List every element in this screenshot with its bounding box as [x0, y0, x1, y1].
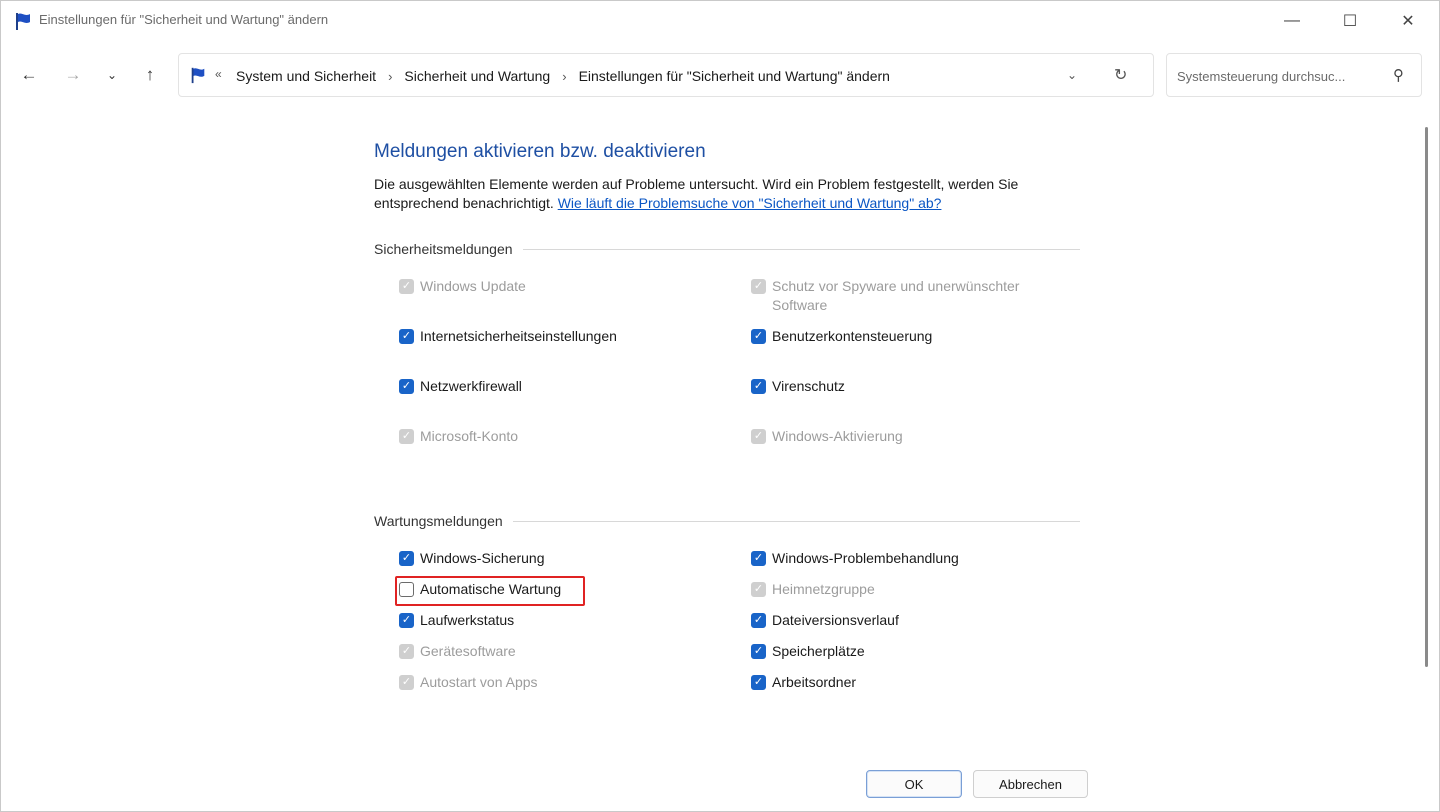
checkbox-item[interactable]: ✓ Benutzerkontensteuerung [751, 327, 932, 346]
checkbox-label: Heimnetzgruppe [772, 581, 875, 597]
divider [512, 520, 1080, 522]
checkmark-icon[interactable]: ✓ [399, 613, 414, 628]
checkmark-icon[interactable]: ✓ [399, 551, 414, 566]
back-button[interactable]: ← [14, 61, 44, 89]
breadcrumb: System und Sicherheit › Sicherheit und W… [236, 68, 890, 84]
security-section-header: Sicherheitsmeldungen [374, 239, 1080, 259]
checkmark-icon: ✓ [399, 675, 414, 690]
checkbox-label: Windows-Problembehandlung [772, 550, 959, 566]
scrollbar[interactable] [1421, 113, 1431, 709]
minimize-icon: — [1284, 12, 1300, 29]
search-box[interactable]: ⚲ [1166, 53, 1422, 97]
chevron-down-icon: ⌄ [106, 68, 118, 82]
refresh-icon[interactable]: ↻ [1114, 65, 1127, 85]
description: Die ausgewählten Elemente werden auf Pro… [374, 175, 1084, 213]
breadcrumb-item[interactable]: Sicherheit und Wartung [404, 68, 550, 84]
checkbox-label: Autostart von Apps [420, 674, 538, 690]
breadcrumb-item[interactable]: Einstellungen für "Sicherheit und Wartun… [579, 68, 890, 84]
maintenance-section-header: Wartungsmeldungen [374, 511, 1080, 531]
checkbox-label: Netzwerkfirewall [420, 378, 522, 394]
checkbox-label: Windows-Aktivierung [772, 428, 903, 444]
flag-icon [191, 67, 205, 84]
divider [522, 248, 1080, 250]
window: Einstellungen für "Sicherheit und Wartun… [0, 0, 1440, 812]
checkmark-icon[interactable]: ✓ [751, 644, 766, 659]
checkbox-item: ✓ Heimnetzgruppe [751, 580, 875, 599]
help-link[interactable]: Wie läuft die Problemsuche von "Sicherhe… [558, 195, 942, 211]
minimize-button[interactable]: — [1263, 1, 1321, 41]
checkmark-icon[interactable]: ✓ [399, 329, 414, 344]
checkmark-icon: ✓ [751, 279, 766, 294]
up-button[interactable]: ↑ [135, 61, 165, 89]
scroll-thumb[interactable] [1425, 127, 1428, 667]
title-bar: Einstellungen für "Sicherheit und Wartun… [1, 1, 1439, 41]
arrow-left-icon: ← [20, 65, 38, 84]
checkbox-item[interactable]: ✓ Arbeitsordner [751, 673, 856, 692]
close-button[interactable]: ✕ [1379, 1, 1437, 41]
checkbox-item[interactable]: ✓ Internetsicherheitseinstellungen [399, 327, 617, 346]
checkbox-label: Dateiversionsverlauf [772, 612, 899, 628]
checkmark-icon[interactable]: ✓ [751, 613, 766, 628]
checkmark-icon[interactable]: ✓ [399, 379, 414, 394]
window-title: Einstellungen für "Sicherheit und Wartun… [39, 12, 329, 27]
checkmark-icon: ✓ [399, 279, 414, 294]
checkbox-label: Schutz vor Spyware und unerwünschter Sof… [772, 278, 1020, 313]
checkbox-label: Microsoft-Konto [420, 428, 519, 444]
checkbox-item[interactable]: ✓ Netzwerkfirewall [399, 377, 522, 396]
checkbox-item[interactable]: ✓ Windows-Problembehandlung [751, 549, 959, 568]
section-title: Wartungsmeldungen [374, 513, 503, 529]
checkbox-item[interactable]: ✓ Virenschutz [751, 377, 845, 396]
checkmark-icon: ✓ [751, 582, 766, 597]
recent-locations-button[interactable]: ⌄ [97, 61, 127, 89]
checkmark-icon[interactable]: ✓ [751, 551, 766, 566]
checkmark-icon[interactable]: ✓ [751, 379, 766, 394]
breadcrumb-item[interactable]: System und Sicherheit [236, 68, 376, 84]
close-icon: ✕ [1401, 13, 1415, 30]
ok-button[interactable]: OK [866, 770, 962, 798]
main-content: Meldungen aktivieren bzw. deaktivieren D… [1, 109, 1440, 749]
checkbox-label: Virenschutz [772, 378, 845, 394]
checkbox-item[interactable]: ✓ Laufwerkstatus [399, 611, 514, 630]
arrow-up-icon: ↑ [145, 65, 155, 84]
checkbox-label: Windows Update [420, 278, 526, 294]
checkbox-item[interactable]: ✓ Speicherplätze [751, 642, 865, 661]
checkbox-label: Arbeitsordner [772, 674, 857, 690]
checkmark-icon: ✓ [399, 429, 414, 444]
breadcrumb-separator-icon[interactable]: › [388, 69, 392, 84]
cancel-button[interactable]: Abbrechen [973, 770, 1088, 798]
address-dropdown-icon[interactable]: ⌄ [1067, 68, 1077, 82]
checkbox-label: Windows-Sicherung [420, 550, 545, 566]
maximize-button[interactable]: ☐ [1321, 1, 1379, 41]
checkbox-label: Laufwerkstatus [420, 612, 515, 628]
checkbox-item: ✓ Windows Update [399, 277, 526, 296]
checkmark-icon[interactable]: ✓ [751, 675, 766, 690]
checkbox-item[interactable]: ✓ Dateiversionsverlauf [751, 611, 899, 630]
search-input[interactable] [1175, 64, 1385, 88]
checkbox-item: ✓ Schutz vor Spyware und unerwünschter So… [751, 277, 1041, 315]
address-bar[interactable]: « System und Sicherheit › Sicherheit und… [178, 53, 1154, 97]
section-title: Sicherheitsmeldungen [374, 241, 513, 257]
flag-icon [16, 13, 30, 30]
checkbox-label: Internetsicherheitseinstellungen [420, 328, 617, 344]
forward-button[interactable]: → [58, 61, 88, 89]
checkbox-label: Benutzerkontensteuerung [772, 328, 933, 344]
search-icon[interactable]: ⚲ [1393, 66, 1404, 84]
checkbox-item: ✓ Gerätesoftware [399, 642, 516, 661]
overflow-chevron-icon[interactable]: « [215, 67, 222, 81]
arrow-right-icon: → [64, 65, 82, 84]
highlight-box [395, 576, 585, 606]
checkbox-item: ✓ Microsoft-Konto [399, 427, 518, 446]
page-title: Meldungen aktivieren bzw. deaktivieren [374, 141, 706, 162]
checkbox-item: ✓ Autostart von Apps [399, 673, 538, 692]
checkbox-item[interactable]: ✓ Windows-Sicherung [399, 549, 545, 568]
checkmark-icon: ✓ [399, 644, 414, 659]
navigation-bar: ← → ⌄ ↑ « System und Sicherheit › Sicher… [1, 49, 1439, 101]
checkmark-icon: ✓ [751, 429, 766, 444]
checkbox-label: Speicherplätze [772, 643, 865, 659]
checkbox-item: ✓ Windows-Aktivierung [751, 427, 903, 446]
checkmark-icon[interactable]: ✓ [751, 329, 766, 344]
checkbox-label: Gerätesoftware [420, 643, 516, 659]
maximize-icon: ☐ [1342, 13, 1358, 30]
breadcrumb-separator-icon[interactable]: › [562, 69, 566, 84]
